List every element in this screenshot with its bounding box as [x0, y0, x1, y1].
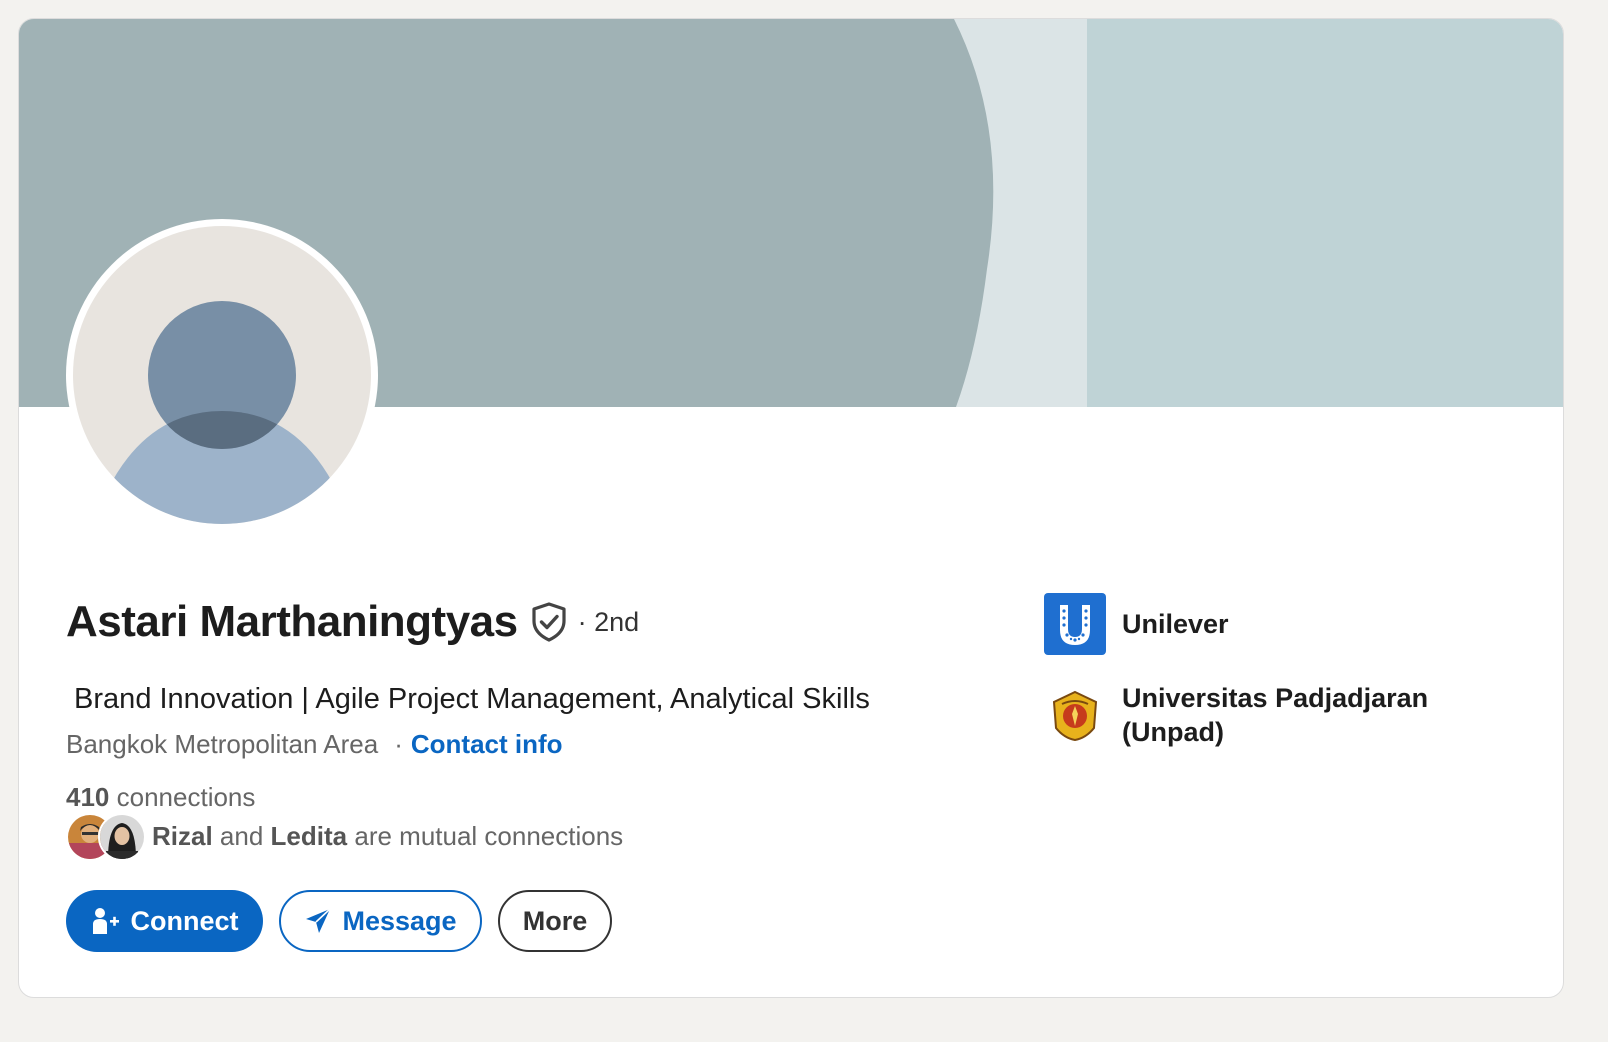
- avatar: [98, 813, 146, 861]
- profile-card: Astari Marthaningtyas · 2nd Brand Innova…: [18, 18, 1564, 998]
- unilever-logo-icon: [1044, 593, 1106, 655]
- more-button[interactable]: More: [498, 890, 612, 952]
- more-label: More: [522, 905, 588, 936]
- connections-count[interactable]: 410 connections: [66, 782, 255, 813]
- connect-button[interactable]: Connect: [66, 890, 263, 952]
- mutual-connections-text: Rizal and Ledita are mutual connections: [152, 821, 623, 852]
- message-button[interactable]: Message: [279, 890, 482, 952]
- profile-location: Bangkok Metropolitan Area: [66, 729, 379, 759]
- connections-label: connections: [116, 782, 256, 812]
- mutual-suffix: are mutual connections: [354, 820, 624, 851]
- mutual-and: and: [219, 820, 264, 851]
- org-name: Unilever: [1122, 609, 1229, 639]
- profile-actions: Connect Message More: [66, 890, 612, 952]
- profile-headline: Brand Innovation | Agile Project Managem…: [66, 683, 870, 715]
- connections-number: 410: [66, 782, 110, 812]
- verified-shield-icon[interactable]: [530, 601, 568, 643]
- profile-name: Astari Marthaningtyas: [66, 597, 518, 646]
- org-name: Universitas Padjadjaran (Unpad): [1122, 683, 1429, 747]
- org-education[interactable]: Universitas Padjadjaran (Unpad): [1044, 681, 1462, 749]
- org-current-company[interactable]: Unilever: [1044, 593, 1462, 655]
- contact-info-link[interactable]: Contact info: [411, 729, 563, 760]
- connect-label: Connect: [130, 905, 239, 936]
- location-row: Bangkok Metropolitan Area · Contact info: [66, 729, 563, 760]
- university-crest-icon: [1044, 684, 1106, 746]
- mutual-avatars: [66, 813, 148, 861]
- mutual-name-2: Ledita: [270, 820, 348, 851]
- profile-photo[interactable]: [66, 219, 378, 531]
- send-icon: [304, 907, 332, 935]
- mutual-connections[interactable]: Rizal and Ledita are mutual connections: [66, 813, 623, 861]
- message-label: Message: [342, 905, 457, 936]
- connection-degree: · 2nd: [577, 606, 640, 637]
- add-person-icon: [91, 907, 121, 935]
- profile-organizations: Unilever Universitas Padjadjaran (Unpad): [1044, 593, 1462, 749]
- name-row: Astari Marthaningtyas · 2nd: [66, 597, 639, 647]
- location-separator: ·: [394, 729, 403, 759]
- mutual-name-1: Rizal: [152, 820, 213, 851]
